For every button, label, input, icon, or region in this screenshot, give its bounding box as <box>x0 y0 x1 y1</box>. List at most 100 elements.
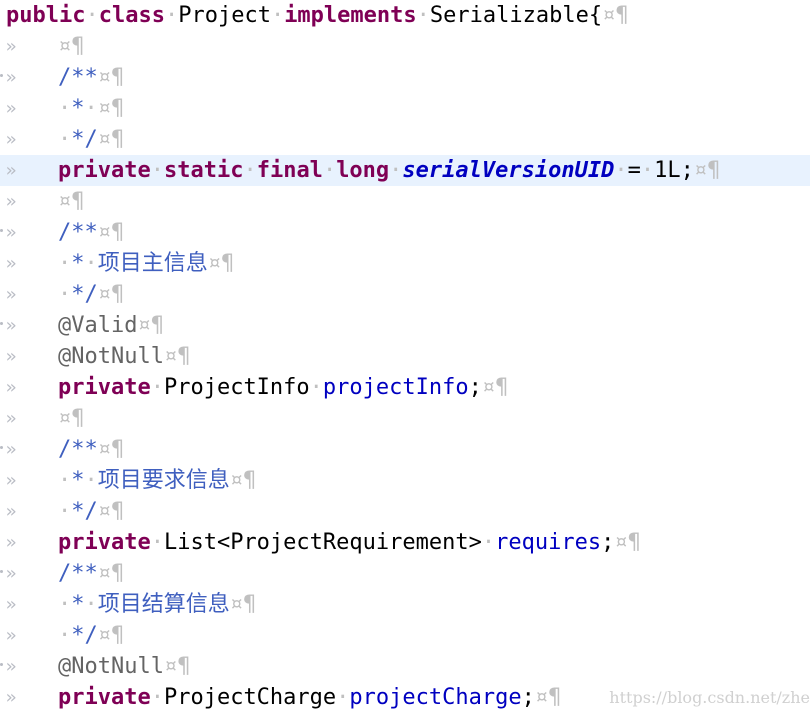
code-token: static <box>163 158 244 183</box>
code-editor[interactable]: public·class·Project·implements·Serializ… <box>0 0 810 719</box>
code-line-current[interactable]: » private·static·final·long·serialVersion… <box>0 155 810 186</box>
code-line[interactable]: public·class·Project·implements·Serializ… <box>0 0 810 31</box>
code-line[interactable]: » ·*·项目主信息¤¶ <box>0 248 810 279</box>
whitespace-marker: · <box>270 3 285 28</box>
tab-marker-icon: » <box>5 67 17 88</box>
whitespace-marker: · <box>150 530 164 555</box>
code-text: ·*·项目主信息¤¶ <box>58 248 234 279</box>
watermark: https://blog.csdn.net/zhe <box>609 688 810 707</box>
whitespace-marker: ¤¶ <box>163 344 191 369</box>
code-text: @NotNull¤¶ <box>58 341 190 372</box>
code-text: private·ProjectCharge·projectCharge;¤¶ <box>58 682 561 713</box>
fold-marker-icon[interactable] <box>0 446 3 449</box>
code-token: */ <box>71 623 98 648</box>
whitespace-marker: · <box>150 375 164 400</box>
code-line[interactable]: » ·*/¤¶ <box>0 620 810 651</box>
whitespace-marker: · <box>336 685 350 710</box>
code-line[interactable]: » ¤¶ <box>0 186 810 217</box>
whitespace-marker: · <box>640 158 655 183</box>
code-line[interactable]: » ·*/¤¶ <box>0 496 810 527</box>
whitespace-marker: ¤¶ <box>97 499 125 524</box>
code-line[interactable]: » ·*/¤¶ <box>0 124 810 155</box>
code-token: ; <box>468 375 482 400</box>
code-token: 项目要求信息 <box>97 468 230 493</box>
whitespace-marker: · <box>84 251 98 276</box>
code-token: requires <box>495 530 602 555</box>
code-line[interactable]: » ·*·¤¶ <box>0 93 810 124</box>
code-token: @NotNull <box>58 344 164 369</box>
code-token: serialVersionUID <box>402 158 615 183</box>
tab-marker-icon: » <box>5 656 17 677</box>
code-token: */ <box>71 282 98 307</box>
whitespace-marker: ¤¶ <box>97 437 125 462</box>
code-token: implements <box>284 3 417 28</box>
code-line[interactable]: » /**¤¶ <box>0 217 810 248</box>
tab-marker-icon: » <box>5 284 17 305</box>
code-token: ; <box>601 530 615 555</box>
fold-marker-icon[interactable] <box>0 570 3 573</box>
code-text: @Valid¤¶ <box>58 310 164 341</box>
code-line[interactable]: » /**¤¶ <box>0 434 810 465</box>
code-text: private·static·final·long·serialVersionU… <box>58 155 720 186</box>
whitespace-marker: ¤¶ <box>58 406 85 431</box>
code-token: @NotNull <box>58 654 164 679</box>
code-line[interactable]: » ·*·项目要求信息¤¶ <box>0 465 810 496</box>
whitespace-marker: ¤¶ <box>58 34 85 59</box>
fold-marker-icon[interactable] <box>0 229 3 232</box>
tab-marker-icon: » <box>5 470 17 491</box>
tab-marker-icon: » <box>5 377 17 398</box>
whitespace-marker: ¤¶ <box>137 313 164 338</box>
whitespace-marker: ¤¶ <box>602 3 629 28</box>
code-line[interactable]: » private·ProjectInfo·projectInfo;¤¶ <box>0 372 810 403</box>
code-text: private·ProjectInfo·projectInfo;¤¶ <box>58 372 508 403</box>
whitespace-marker: · <box>150 158 164 183</box>
code-token: private <box>58 158 151 183</box>
fold-marker-icon[interactable] <box>0 322 3 325</box>
whitespace-marker: · <box>389 158 403 183</box>
whitespace-marker: · <box>58 282 72 307</box>
fold-marker-icon[interactable] <box>0 663 3 666</box>
tab-marker-icon: » <box>5 222 17 243</box>
tab-marker-icon: » <box>5 191 17 212</box>
code-token: private <box>58 530 151 555</box>
code-line[interactable]: » ¤¶ <box>0 403 810 434</box>
whitespace-marker: · <box>58 127 72 152</box>
tab-marker-icon: » <box>5 98 17 119</box>
code-text: ·*/¤¶ <box>58 620 124 651</box>
fold-marker-icon[interactable] <box>0 74 3 77</box>
code-line[interactable]: » private·List<ProjectRequirement>·requir… <box>0 527 810 558</box>
tab-marker-icon: » <box>5 563 17 584</box>
code-text: ·*·项目结算信息¤¶ <box>58 589 256 620</box>
whitespace-marker: ¤¶ <box>97 623 125 648</box>
whitespace-marker: · <box>309 375 323 400</box>
code-line[interactable]: » @NotNull¤¶ <box>0 341 810 372</box>
code-line[interactable]: » ·*·项目结算信息¤¶ <box>0 589 810 620</box>
code-token: class <box>98 3 165 28</box>
code-line[interactable]: » @NotNull¤¶ <box>0 651 810 682</box>
code-text: ¤¶ <box>58 31 85 62</box>
whitespace-marker: ¤¶ <box>58 189 85 214</box>
code-token: * <box>71 251 85 276</box>
tab-marker-icon: » <box>5 594 17 615</box>
whitespace-marker: ¤¶ <box>207 251 235 276</box>
code-line[interactable]: » /**¤¶ <box>0 558 810 589</box>
whitespace-marker: · <box>614 158 628 183</box>
tab-marker-icon: » <box>5 408 17 429</box>
whitespace-marker: ¤¶ <box>481 375 509 400</box>
code-line[interactable]: » ·*/¤¶ <box>0 279 810 310</box>
code-token: List<ProjectRequirement> <box>163 530 482 555</box>
whitespace-marker: ¤¶ <box>97 127 125 152</box>
tab-marker-icon: » <box>5 36 17 57</box>
code-line[interactable]: » @Valid¤¶ <box>0 310 810 341</box>
code-token: private <box>58 685 151 710</box>
code-text: ·*/¤¶ <box>58 279 124 310</box>
whitespace-marker: · <box>84 468 98 493</box>
whitespace-marker: · <box>58 251 72 276</box>
whitespace-marker: · <box>58 499 72 524</box>
code-token: * <box>71 592 85 617</box>
code-token: ; <box>521 685 535 710</box>
whitespace-marker: · <box>58 468 72 493</box>
code-line[interactable]: » ¤¶ <box>0 31 810 62</box>
code-line[interactable]: » /**¤¶ <box>0 62 810 93</box>
code-token: * <box>71 468 85 493</box>
